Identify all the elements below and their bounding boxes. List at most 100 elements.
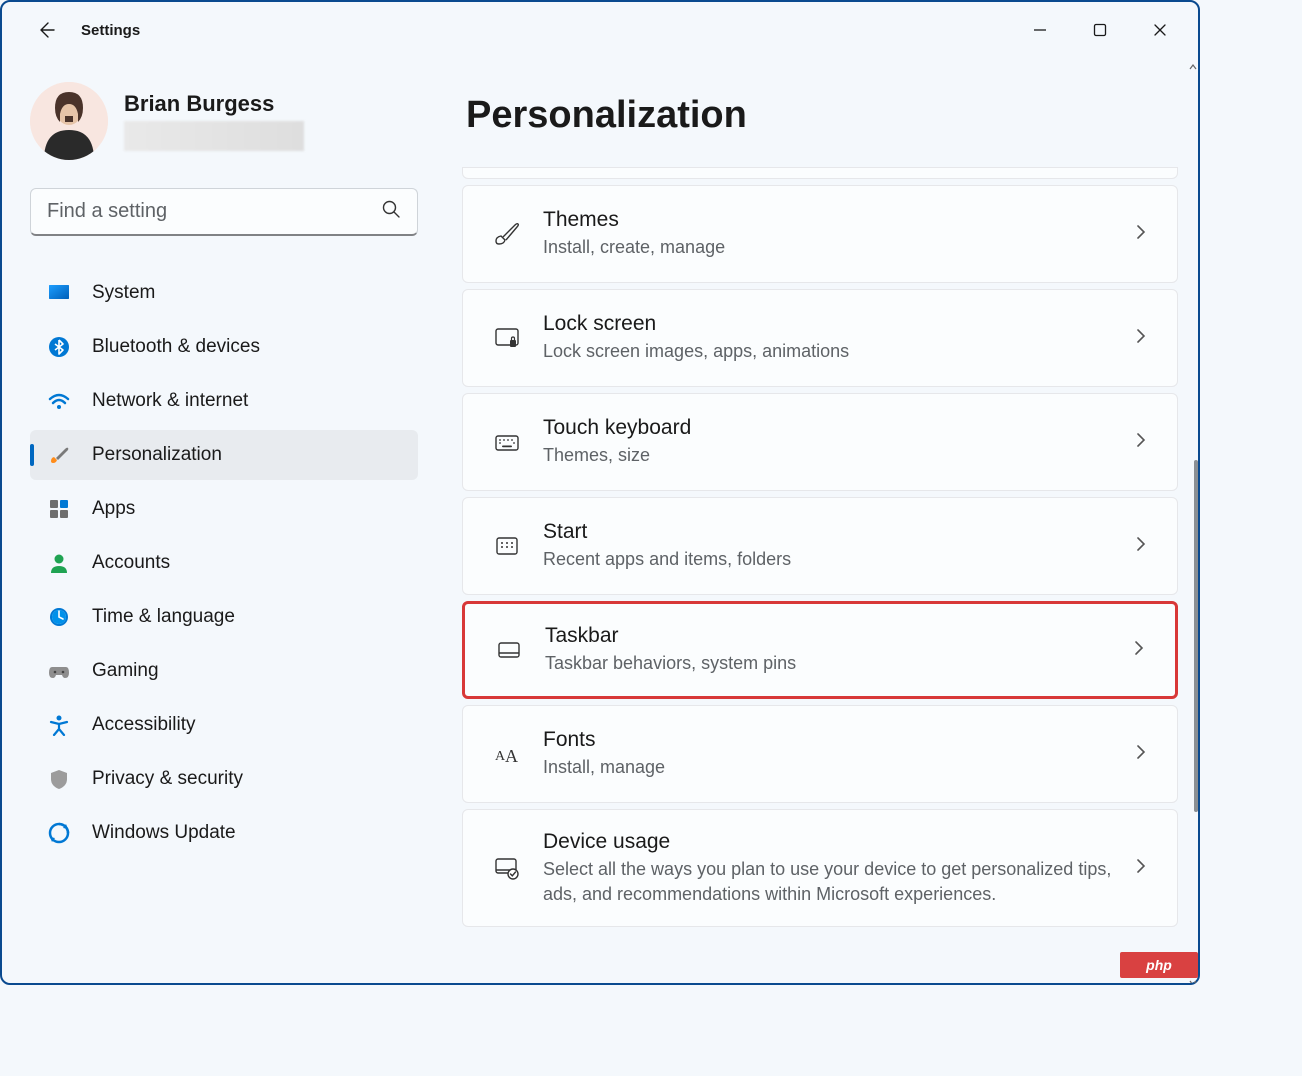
scrollbar[interactable]	[1188, 62, 1198, 983]
wifi-icon	[48, 390, 70, 412]
svg-text:A: A	[505, 746, 518, 766]
sidebar-item-privacy[interactable]: Privacy & security	[30, 754, 418, 804]
chevron-right-icon	[1133, 744, 1149, 765]
close-button[interactable]	[1130, 10, 1190, 50]
card-fonts[interactable]: AA Fonts Install, manage	[462, 705, 1178, 803]
titlebar: Settings	[2, 2, 1198, 58]
sidebar-item-personalization[interactable]: Personalization	[30, 430, 418, 480]
chevron-right-icon	[1133, 858, 1149, 879]
card-text: Lock screen Lock screen images, apps, an…	[543, 312, 1133, 363]
sidebar: Brian Burgess System Bluetooth & devices	[2, 58, 442, 983]
card-partial-above[interactable]	[462, 167, 1178, 179]
sidebar-item-label: System	[92, 282, 155, 304]
close-icon	[1153, 23, 1167, 37]
minimize-icon	[1033, 23, 1047, 37]
taskbar-icon	[491, 636, 527, 664]
card-text: Device usage Select all the ways you pla…	[543, 830, 1133, 906]
card-deviceusage[interactable]: Device usage Select all the ways you pla…	[462, 809, 1178, 927]
card-text: Touch keyboard Themes, size	[543, 416, 1133, 467]
device-usage-icon	[489, 854, 525, 882]
app-title: Settings	[81, 22, 140, 39]
card-subtitle: Lock screen images, apps, animations	[543, 339, 1133, 363]
keyboard-icon	[489, 428, 525, 456]
card-subtitle: Install, manage	[543, 755, 1133, 779]
sidebar-item-label: Accessibility	[92, 714, 195, 736]
bluetooth-icon	[48, 336, 70, 358]
update-icon	[48, 822, 70, 844]
search-box[interactable]	[30, 188, 418, 236]
page-title: Personalization	[466, 94, 1178, 137]
card-text: Start Recent apps and items, folders	[543, 520, 1133, 571]
chevron-right-icon	[1133, 328, 1149, 349]
settings-window: Settings Brian Burgess	[0, 0, 1200, 985]
sidebar-item-update[interactable]: Windows Update	[30, 808, 418, 858]
sidebar-item-network[interactable]: Network & internet	[30, 376, 418, 426]
sidebar-item-label: Bluetooth & devices	[92, 336, 260, 358]
apps-icon	[48, 498, 70, 520]
card-themes[interactable]: Themes Install, create, manage	[462, 185, 1178, 283]
card-subtitle: Taskbar behaviors, system pins	[545, 651, 1131, 675]
card-title: Fonts	[543, 728, 1133, 752]
maximize-icon	[1093, 23, 1107, 37]
card-start[interactable]: Start Recent apps and items, folders	[462, 497, 1178, 595]
sidebar-item-label: Apps	[92, 498, 135, 520]
card-subtitle: Recent apps and items, folders	[543, 547, 1133, 571]
shield-icon	[48, 768, 70, 790]
avatar	[30, 82, 108, 160]
watermark-badge: php	[1120, 952, 1198, 978]
card-text: Themes Install, create, manage	[543, 208, 1133, 259]
paintbrush-icon	[48, 444, 70, 466]
card-text: Fonts Install, manage	[543, 728, 1133, 779]
watermark-text: php	[1146, 957, 1172, 973]
scroll-up-icon[interactable]	[1188, 62, 1198, 72]
sidebar-item-bluetooth[interactable]: Bluetooth & devices	[30, 322, 418, 372]
card-taskbar[interactable]: Taskbar Taskbar behaviors, system pins	[462, 601, 1178, 699]
nav-list: System Bluetooth & devices Network & int…	[30, 268, 418, 858]
minimize-button[interactable]	[1010, 10, 1070, 50]
card-title: Touch keyboard	[543, 416, 1133, 440]
fonts-icon: AA	[489, 740, 525, 768]
main-panel: Personalization Themes Install, create, …	[442, 58, 1198, 983]
arrow-left-icon	[36, 20, 56, 40]
sidebar-item-accessibility[interactable]: Accessibility	[30, 700, 418, 750]
chevron-right-icon	[1131, 640, 1147, 661]
sidebar-item-time[interactable]: Time & language	[30, 592, 418, 642]
window-controls	[1010, 10, 1190, 50]
chevron-right-icon	[1133, 432, 1149, 453]
sidebar-item-label: Accounts	[92, 552, 170, 574]
sidebar-item-label: Personalization	[92, 444, 222, 466]
search-input[interactable]	[47, 200, 401, 223]
system-icon	[48, 282, 70, 304]
accessibility-icon	[48, 714, 70, 736]
sidebar-item-label: Gaming	[92, 660, 159, 682]
paintbrush-icon	[489, 220, 525, 248]
person-icon	[48, 552, 70, 574]
card-lockscreen[interactable]: Lock screen Lock screen images, apps, an…	[462, 289, 1178, 387]
scroll-track[interactable]	[1188, 72, 1198, 978]
card-touchkeyboard[interactable]: Touch keyboard Themes, size	[462, 393, 1178, 491]
sidebar-item-system[interactable]: System	[30, 268, 418, 318]
card-subtitle: Select all the ways you plan to use your…	[543, 857, 1133, 906]
sidebar-item-label: Time & language	[92, 606, 235, 628]
card-subtitle: Install, create, manage	[543, 235, 1133, 259]
sidebar-item-gaming[interactable]: Gaming	[30, 646, 418, 696]
card-title: Start	[543, 520, 1133, 544]
sidebar-item-accounts[interactable]: Accounts	[30, 538, 418, 588]
card-title: Taskbar	[545, 624, 1131, 648]
card-title: Themes	[543, 208, 1133, 232]
card-subtitle: Themes, size	[543, 443, 1133, 467]
scroll-down-icon[interactable]	[1188, 978, 1198, 983]
sidebar-item-label: Privacy & security	[92, 768, 243, 790]
profile-email-redacted	[124, 121, 304, 151]
card-title: Lock screen	[543, 312, 1133, 336]
profile-section[interactable]: Brian Burgess	[30, 82, 418, 160]
profile-text: Brian Burgess	[124, 91, 304, 151]
gamepad-icon	[48, 660, 70, 682]
maximize-button[interactable]	[1070, 10, 1130, 50]
back-button[interactable]	[28, 12, 64, 48]
chevron-right-icon	[1133, 536, 1149, 557]
sidebar-item-apps[interactable]: Apps	[30, 484, 418, 534]
scroll-thumb[interactable]	[1194, 460, 1198, 812]
profile-name: Brian Burgess	[124, 91, 304, 117]
search-icon	[381, 199, 401, 224]
